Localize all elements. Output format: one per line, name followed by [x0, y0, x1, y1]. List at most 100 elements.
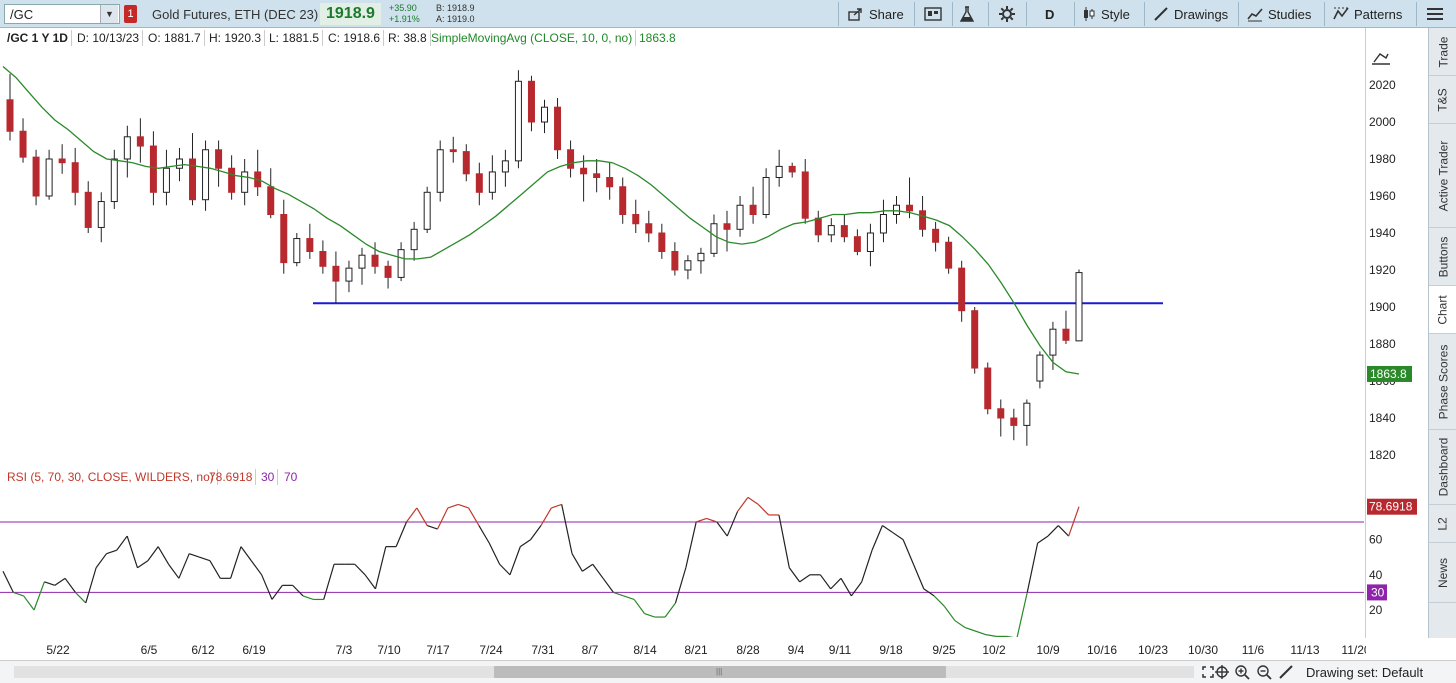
candle [788, 162, 796, 178]
tab-chart[interactable]: Chart [1429, 286, 1456, 334]
rsi-line-segment [178, 553, 190, 579]
candle [71, 147, 79, 206]
candle [866, 223, 874, 267]
candle-body [228, 167, 236, 193]
rsi-line-segment [933, 595, 945, 607]
alert-count-badge[interactable]: 1 [124, 5, 137, 23]
chart-mode-icon[interactable] [1372, 53, 1390, 65]
rsi-line-segment [530, 525, 542, 540]
price-tick-label: 1820 [1369, 448, 1396, 462]
tab-news[interactable]: News [1429, 543, 1456, 603]
crosshair-icon[interactable] [1214, 664, 1230, 680]
chart-settings-button[interactable] [924, 4, 942, 24]
time-tick-label: 6/5 [141, 643, 158, 657]
toolbar-separator [1416, 2, 1417, 26]
candle-body [997, 408, 1005, 419]
drawing-set-selector[interactable]: Drawing set: Default [1306, 665, 1423, 680]
candle-body [919, 210, 927, 230]
instrument-description: Gold Futures, ETH (DEC 23) [152, 7, 319, 22]
tab-active-trader[interactable]: Active Trader [1429, 124, 1456, 228]
patterns-button[interactable]: Patterns [1333, 4, 1402, 24]
settings-button[interactable] [999, 4, 1015, 24]
rsi-line-segment [747, 496, 759, 505]
rsi-line-segment [674, 567, 687, 604]
time-tick-label: 7/17 [426, 643, 450, 657]
candle [684, 255, 692, 280]
drawings-button[interactable]: Drawings [1153, 4, 1228, 24]
scrollbar-thumb[interactable]: ||| [494, 666, 946, 678]
rsi-line-segment [944, 606, 956, 621]
rsi-line-segment [250, 560, 263, 576]
menu-button[interactable] [1426, 4, 1444, 24]
rsi-line-segment [706, 517, 718, 523]
rsi-line-segment [458, 503, 469, 509]
rsi-line-segment [33, 581, 45, 611]
rsi-line-segment [975, 630, 987, 636]
rsi-line-segment [830, 577, 842, 590]
tab-buttons[interactable]: Buttons [1429, 228, 1456, 286]
rsi-line-segment [23, 595, 35, 611]
candle [358, 247, 366, 285]
time-scrollbar[interactable]: ||| [14, 666, 1194, 678]
rsi-line-segment [726, 511, 739, 537]
tab-dashboard[interactable]: Dashboard [1429, 430, 1456, 505]
time-tick-label: 9/25 [932, 643, 956, 657]
sma-study-label[interactable]: SimpleMovingAvg (CLOSE, 10, 0, no) [428, 30, 637, 46]
drawing-pencil-icon[interactable] [1278, 664, 1294, 680]
rsi-line-segment [840, 578, 852, 597]
candle-body [958, 267, 966, 312]
share-button[interactable]: Share [848, 4, 904, 24]
flask-button[interactable] [960, 4, 974, 24]
studies-button[interactable]: Studies [1247, 4, 1311, 24]
tab-l2[interactable]: L2 [1429, 505, 1456, 543]
candle-body [567, 149, 575, 169]
rsi-line-segment [985, 634, 997, 637]
price-tick-label: 1940 [1369, 226, 1396, 240]
candle-body [945, 241, 953, 269]
rsi-line-segment [633, 599, 645, 614]
candle-body [215, 149, 223, 169]
candle-body [436, 149, 444, 193]
price-tick-label: 1840 [1369, 411, 1396, 425]
candle-body [501, 160, 509, 173]
style-button[interactable]: Style [1082, 4, 1130, 24]
bar-date: D: 10/13/23 [74, 30, 144, 46]
rsi-oversold-level: 30 [258, 469, 279, 485]
flask-icon [960, 6, 974, 22]
tab-trade[interactable]: Trade [1429, 28, 1456, 76]
candle [671, 242, 679, 276]
candle-body [736, 204, 744, 230]
price-tick-label: 1900 [1369, 300, 1396, 314]
rsi-line-segment [95, 553, 107, 569]
candle [762, 168, 770, 219]
right-side-tabs: Trade T&S Active Trader Buttons Chart Phase S… [1428, 28, 1456, 638]
tab-phase-scores[interactable]: Phase Scores [1429, 334, 1456, 430]
price-axis-divider [1365, 28, 1366, 638]
tab-t-s[interactable]: T&S [1429, 76, 1456, 124]
time-tick-label: 10/23 [1138, 643, 1168, 657]
time-tick-label: 9/4 [788, 643, 805, 657]
chart-window-icon [924, 7, 942, 21]
candle [215, 140, 223, 187]
candle [632, 199, 640, 233]
style-label: Style [1101, 6, 1130, 22]
rsi-line-segment [292, 584, 304, 597]
rsi-line-segment [540, 507, 552, 526]
rsi-chart[interactable]: 20 40 60 30 78.6918 [0, 487, 1428, 637]
symbol-period[interactable]: /GC 1 Y 1D [4, 30, 72, 46]
toolbar-separator [1144, 2, 1145, 26]
time-axis: 5/22 6/5 6/12 6/19 7/3 7/10 7/17 7/24 7/31 8/7 8/1… [46, 643, 1366, 657]
aggregation-button[interactable]: D [1045, 4, 1054, 24]
rsi-label[interactable]: RSI (5, 70, 30, CLOSE, WILDERS, no) [4, 469, 218, 485]
candle-body [906, 204, 914, 212]
candle [162, 149, 170, 206]
price-chart[interactable]: 1820184018601880190019201940196019802000… [0, 48, 1428, 463]
zoom-out-icon[interactable] [1256, 664, 1272, 680]
symbol-dropdown-button[interactable]: ▼ [100, 5, 118, 23]
candle-body [462, 151, 470, 175]
rsi-line-segment [323, 564, 335, 600]
rsi-value: 78.6918 [206, 469, 257, 485]
zoom-in-icon[interactable] [1234, 664, 1250, 680]
candle [984, 362, 992, 415]
candle-body [58, 158, 66, 164]
